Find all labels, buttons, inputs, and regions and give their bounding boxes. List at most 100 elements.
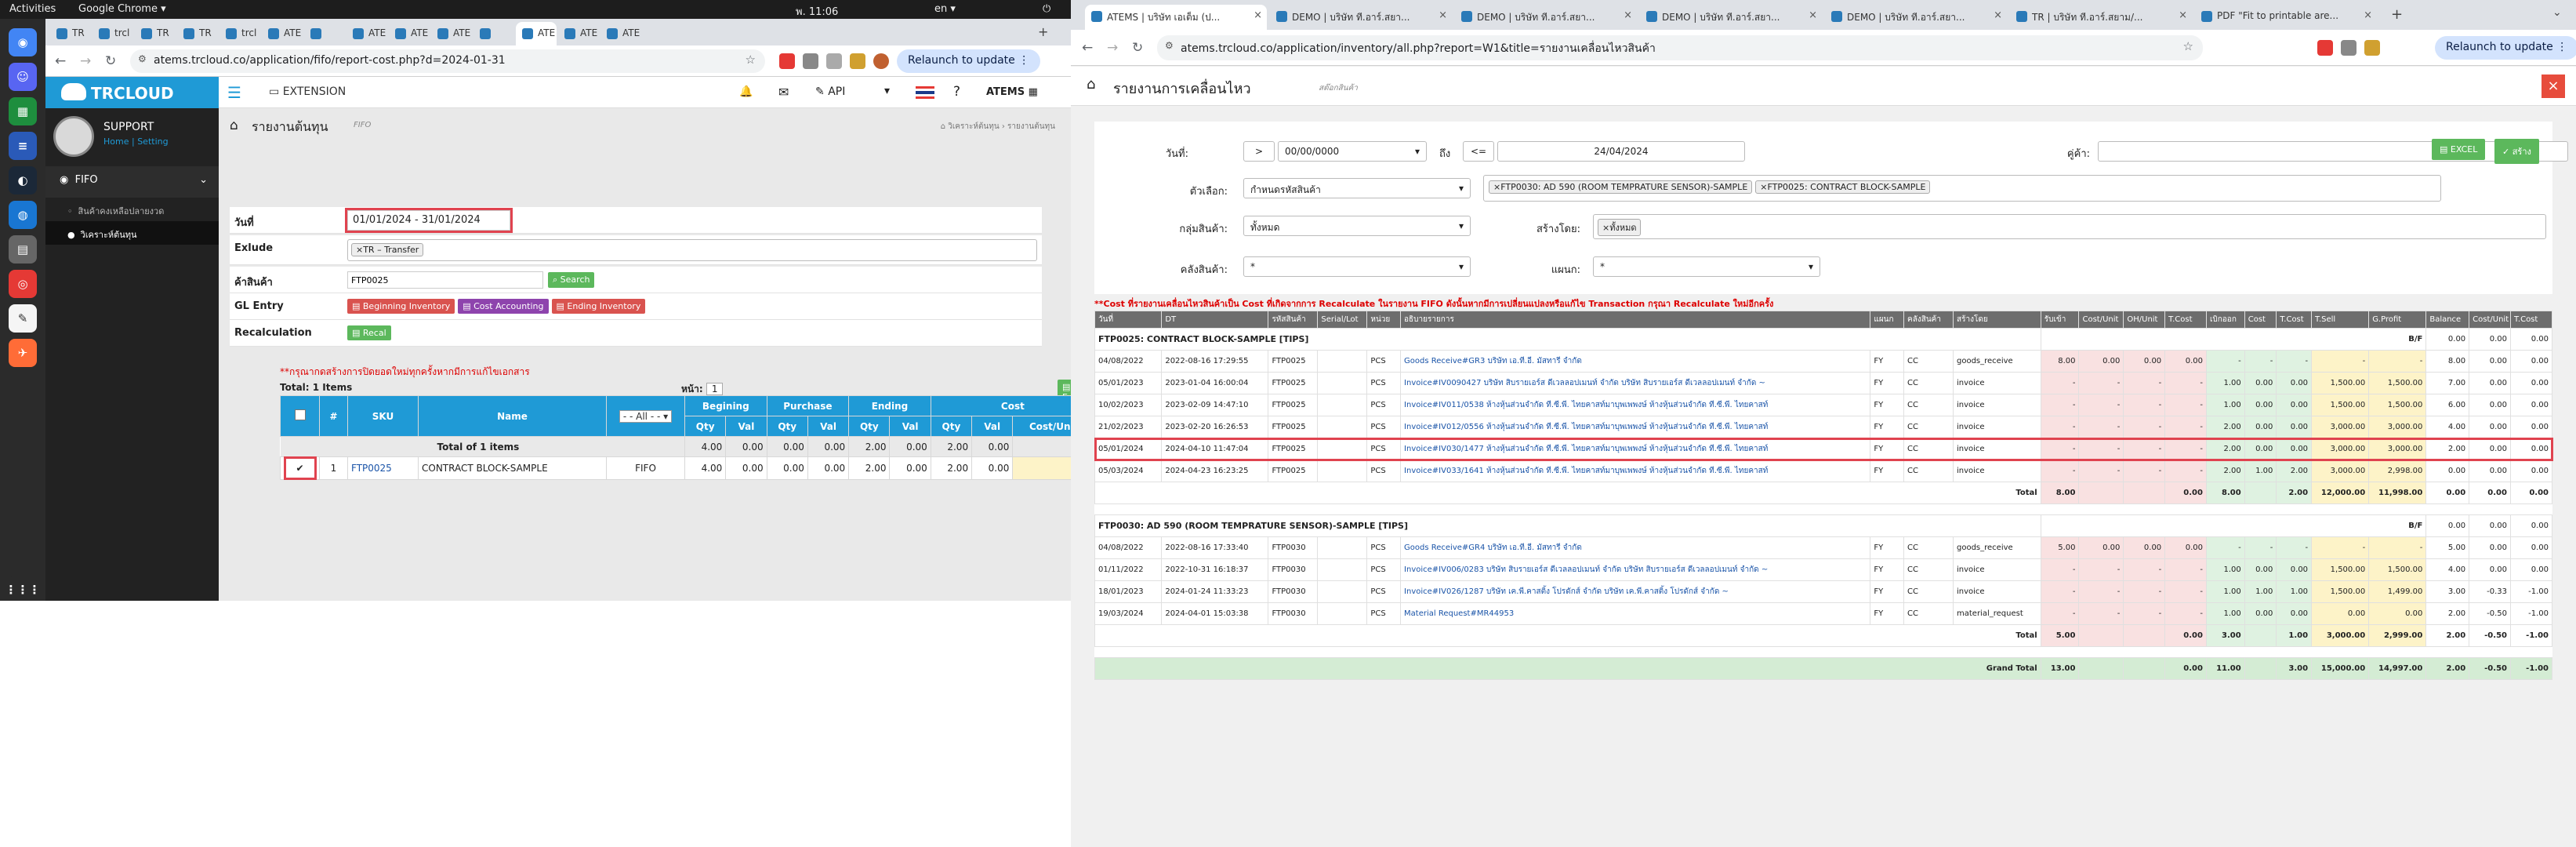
date-from-operator[interactable]: > (1243, 141, 1275, 162)
row-sku-link[interactable]: FTP0025 (347, 456, 419, 480)
back-icon[interactable]: ← (55, 53, 66, 69)
table-row[interactable]: 01/11/2022 2022-10-31 16:18:37 FTP0030 PCS I… (1094, 558, 2553, 581)
browser-tab[interactable]: DEMO | บริษัท ที.อาร์.สยา... × (1270, 5, 1452, 30)
site-info-icon[interactable]: ⚙ (138, 53, 147, 64)
row-checkbox[interactable]: ✔ (283, 456, 317, 480)
back-icon[interactable]: ← (1082, 40, 1093, 56)
relaunch-button[interactable]: Relaunch to update ⋮ (2435, 36, 2576, 60)
bookmark-star-icon[interactable]: ☆ (2183, 39, 2193, 53)
date-to-input[interactable]: 24/04/2024 (1497, 141, 1745, 162)
row-doc-link[interactable]: Goods Receive#GR3 บริษัท เอ.ที.อี. มัสทา… (1400, 350, 1871, 373)
extension-puzzle-icon[interactable] (2341, 40, 2356, 56)
globe-icon[interactable]: ◍ (9, 201, 37, 229)
browser-tab[interactable]: DEMO | บริษัท ที.อาร์.สยา... × (1455, 5, 1637, 30)
recal-button[interactable]: ▤ Recal (347, 325, 391, 340)
browser-tab[interactable]: TR | บริษัท ที.อาร์.สยาม/... × (2010, 5, 2192, 30)
warehouse-select[interactable]: * ▾ (1243, 256, 1471, 277)
row-doc-link[interactable]: Invoice#IV0090427 บริษัท สิบรายเอร์ส ดีเ… (1400, 372, 1871, 394)
home-icon[interactable]: ⌂ (1087, 76, 1095, 93)
clock[interactable]: พ. 11:06 (796, 3, 838, 20)
exclude-select[interactable]: ×TR – Transfer (347, 239, 1037, 261)
table-row[interactable]: 10/02/2023 2023-02-09 14:47:10 FTP0025 PCS I… (1094, 394, 2553, 416)
browser-tab[interactable]: DEMO | บริษัท ที.อาร์.สยา... × (1825, 5, 2007, 30)
row-doc-link[interactable]: Material Request#MR44953 (1400, 602, 1871, 625)
date-to-operator[interactable]: <= (1463, 141, 1494, 162)
table-row[interactable]: 05/03/2024 2024-04-23 16:23:25 FTP0025 PCS I… (1094, 460, 2553, 482)
address-bar[interactable]: ⚙ atems.trcloud.co/application/inventory… (1157, 35, 2203, 60)
browser-tab[interactable]: TR (177, 22, 218, 45)
chevron-down-icon[interactable]: ▾ (884, 85, 890, 97)
row-doc-link[interactable]: Invoice#IV030/1477 ห้างหุ้นส่วนจำกัด ที.… (1400, 438, 1871, 460)
close-tab-icon[interactable]: × (2364, 9, 2372, 21)
close-tab-icon[interactable]: × (1809, 9, 1817, 21)
help-icon[interactable]: ? (953, 84, 960, 100)
address-bar[interactable]: ⚙ atems.trcloud.co/application/fifo/repo… (130, 49, 765, 73)
page-select[interactable]: 1 (706, 383, 724, 395)
row-doc-link[interactable]: Invoice#IV026/1287 บริษัท เค.พี.คาสติ้ง … (1400, 580, 1871, 603)
type-filter-select[interactable]: - - All - - ▾ (619, 409, 673, 423)
thai-flag-icon[interactable] (916, 86, 934, 99)
language-indicator[interactable]: en ▾ (934, 3, 956, 15)
browser-tab[interactable]: ATE (558, 22, 599, 45)
mail-icon[interactable]: ✉ (778, 85, 789, 100)
table-row[interactable]: 05/01/2023 2023-01-04 16:00:04 FTP0025 PCS I… (1094, 372, 2553, 394)
calculator-icon[interactable]: ▤ (9, 235, 37, 264)
browser-tab[interactable]: ATEMS | บริษัท เอเต็ม (ป... × (1085, 5, 1267, 30)
new-tab-icon[interactable]: + (2391, 6, 2403, 23)
group-select[interactable]: ทั้งหมด ▾ (1243, 216, 1471, 236)
department-select[interactable]: * ▾ (1593, 256, 1820, 277)
browser-tab[interactable]: PDF "Fit to printable are... × (2195, 5, 2377, 30)
sheets-icon[interactable]: ▦ (9, 97, 37, 125)
date-from-input[interactable]: 00/00/0000 ▾ (1278, 141, 1427, 162)
tab-search-icon[interactable] (826, 53, 842, 69)
window-menu-icon[interactable]: ⌄ (2552, 6, 2562, 19)
notes-icon[interactable]: ✎ (9, 304, 37, 333)
new-tab-icon[interactable]: + (1038, 24, 1048, 39)
beginning-inventory-button[interactable]: ▤ Beginning Inventory (347, 299, 455, 314)
table-row[interactable]: 21/02/2023 2023-02-20 16:26:53 FTP0025 PCS I… (1094, 416, 2553, 438)
date-range-input[interactable]: 01/01/2024 - 31/01/2024 (345, 208, 513, 233)
select-all-checkbox[interactable] (294, 409, 306, 420)
docs-icon[interactable]: ≡ (9, 132, 37, 160)
browser-tab[interactable]: ATE (516, 22, 557, 45)
extension-icon[interactable] (2317, 40, 2333, 56)
row-doc-link[interactable]: Invoice#IV011/0538 ห้างหุ้นส่วนจำกัด ที.… (1400, 394, 1871, 416)
product-chips-select[interactable]: ×FTP0030: AD 590 (ROOM TEMPRATURE SENSOR… (1483, 175, 2441, 202)
exclude-chip[interactable]: ×TR – Transfer (351, 243, 424, 256)
browser-tab[interactable]: ATE (346, 22, 387, 45)
extension-icon[interactable] (850, 53, 865, 69)
sidebar-item-fifo[interactable]: ◉ FIFO ⌄ (45, 166, 219, 198)
close-tab-icon[interactable]: × (1439, 9, 1447, 21)
table-row[interactable]: 18/01/2023 2024-01-24 11:33:23 FTP0030 PCS I… (1094, 580, 2553, 603)
relaunch-button[interactable]: Relaunch to update ⋮ (897, 49, 1041, 73)
notification-icon[interactable]: 🔔 (739, 85, 753, 98)
table-row[interactable]: 19/03/2024 2024-04-01 15:03:38 FTP0030 PCS M… (1094, 602, 2553, 625)
postman-icon[interactable]: ✈ (9, 339, 37, 367)
table-row[interactable]: 04/08/2022 2022-08-16 17:33:40 FTP0030 PCS G… (1094, 536, 2553, 559)
browser-tab[interactable]: ATE (600, 22, 641, 45)
forward-icon[interactable]: → (80, 53, 91, 69)
row-doc-link[interactable]: Invoice#IV006/0283 บริษัท สิบรายเอร์ส ดี… (1400, 558, 1871, 581)
extension-puzzle-icon[interactable] (803, 53, 818, 69)
discord-icon[interactable]: ☺ (9, 63, 37, 91)
close-tab-icon[interactable]: × (2179, 9, 2187, 21)
creator-chip[interactable]: ×ทั้งหมด (1598, 219, 1642, 236)
avatar[interactable] (53, 116, 94, 157)
close-tab-icon[interactable]: × (1624, 9, 1632, 21)
extension-nav[interactable]: ▭ EXTENSION (269, 85, 346, 98)
row-doc-link[interactable]: Goods Receive#GR4 บริษัท เอ.ที.อี. มัสทา… (1400, 536, 1871, 559)
home-link[interactable]: Home (103, 136, 129, 147)
activities-button[interactable]: Activities (9, 3, 56, 15)
close-tab-icon[interactable]: × (1994, 9, 2002, 21)
user-menu[interactable]: ATEMS ▦ (986, 86, 1038, 98)
power-icon[interactable]: ⏻ (1043, 3, 1050, 15)
product-chip[interactable]: ×FTP0025: CONTRACT BLOCK-SAMPLE (1755, 180, 1931, 194)
breadcrumb[interactable]: ⌂ วิเคราะห์ต้นทุน › รายงานต้นทุน (941, 121, 1055, 133)
screenshot-icon[interactable]: ◎ (9, 270, 37, 298)
browser-tab[interactable]: ATE (431, 22, 472, 45)
extension-icon[interactable] (2364, 40, 2380, 56)
cost-accounting-button[interactable]: ▤ Cost Accounting (458, 299, 549, 314)
site-info-icon[interactable]: ⚙ (1165, 40, 1174, 51)
forward-icon[interactable]: → (1107, 40, 1118, 56)
browser-tab[interactable]: TR (50, 22, 91, 45)
